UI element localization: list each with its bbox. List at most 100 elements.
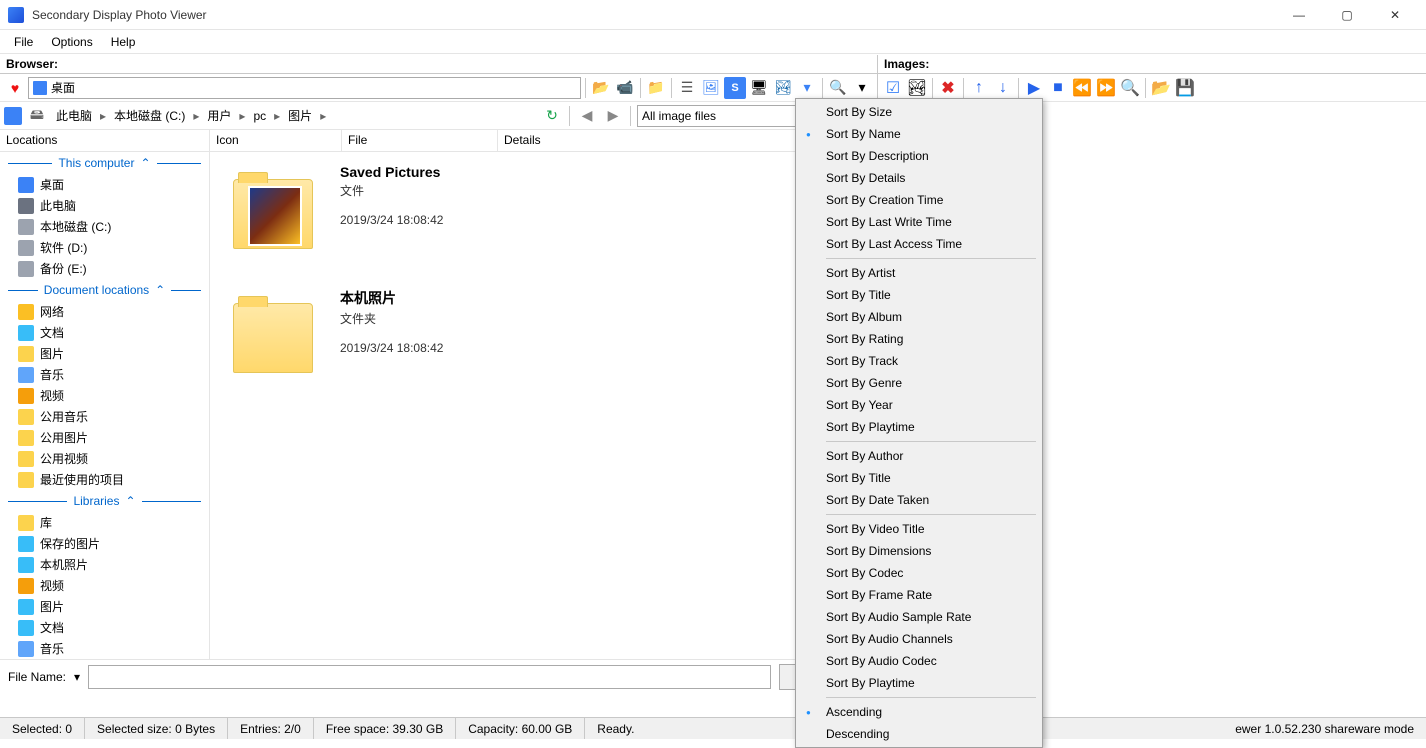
context-menu-item[interactable]: Sort By Description <box>798 145 1040 167</box>
context-menu-item[interactable]: Sort By Audio Sample Rate <box>798 606 1040 628</box>
location-item[interactable]: 图片 <box>0 596 209 617</box>
drive-icon[interactable]: 🖴 <box>26 105 48 127</box>
menu-file[interactable]: File <box>6 33 41 51</box>
breadcrumb-segment[interactable]: 图片 <box>284 105 316 126</box>
context-menu-item[interactable]: Sort By Year <box>798 394 1040 416</box>
context-menu-item[interactable]: Sort By Video Title <box>798 518 1040 540</box>
context-menu-item[interactable]: Sort By Frame Rate <box>798 584 1040 606</box>
context-menu-item[interactable]: Ascending <box>798 701 1040 723</box>
context-menu-item[interactable]: Sort By Dimensions <box>798 540 1040 562</box>
context-menu-item[interactable]: Sort By Details <box>798 167 1040 189</box>
location-item[interactable]: 桌面 <box>0 174 209 195</box>
location-group-header[interactable]: Libraries⌃ <box>0 490 209 512</box>
view-thumb-icon[interactable]: 🖼 <box>700 77 722 99</box>
context-menu-item[interactable]: Sort By Date Taken <box>798 489 1040 511</box>
filename-input[interactable] <box>88 665 771 689</box>
open-folder-icon[interactable]: 📂 <box>1150 77 1172 99</box>
context-menu-item[interactable]: Sort By Artist <box>798 262 1040 284</box>
monitor-icon[interactable] <box>4 107 22 125</box>
file-row[interactable]: Saved Pictures文件2019/3/24 18:08:42 <box>210 152 877 276</box>
context-menu-item[interactable]: Sort By Name <box>798 123 1040 145</box>
location-item[interactable]: 文档 <box>0 322 209 343</box>
location-item[interactable]: 图片 <box>0 343 209 364</box>
col-icon[interactable]: Icon <box>210 130 342 151</box>
refresh-icon[interactable]: ↻ <box>541 105 563 127</box>
play-icon[interactable]: ▶ <box>1023 77 1045 99</box>
col-file[interactable]: File <box>342 130 498 151</box>
location-item[interactable]: 本机照片 <box>0 554 209 575</box>
context-menu-item[interactable]: Sort By Author <box>798 445 1040 467</box>
location-item[interactable]: 音乐 <box>0 364 209 385</box>
menu-help[interactable]: Help <box>103 33 144 51</box>
breadcrumb-segment[interactable]: 本地磁盘 (C:) <box>110 105 189 126</box>
location-item[interactable]: 网络 <box>0 301 209 322</box>
file-row[interactable]: 本机照片文件夹2019/3/24 18:08:42 <box>210 276 877 400</box>
context-menu-item[interactable]: Sort By Audio Channels <box>798 628 1040 650</box>
breadcrumb-segment[interactable]: 用户 <box>203 105 235 126</box>
context-menu-item[interactable]: Sort By Size <box>798 101 1040 123</box>
image-icon[interactable]: 🏞 <box>906 77 928 99</box>
location-item[interactable]: 公用音乐 <box>0 406 209 427</box>
location-item[interactable]: 公用图片 <box>0 427 209 448</box>
col-locations[interactable]: Locations <box>0 130 210 151</box>
folder-open-icon[interactable]: 📂 <box>590 77 612 99</box>
minimize-button[interactable]: — <box>1276 1 1322 29</box>
view-details-icon[interactable]: ☰ <box>676 77 698 99</box>
camera-icon[interactable]: 📹 <box>614 77 636 99</box>
location-item[interactable]: 备份 (E:) <box>0 258 209 279</box>
maximize-button[interactable]: ▢ <box>1324 1 1370 29</box>
location-item[interactable]: 最近使用的项目 <box>0 469 209 490</box>
search-dropdown-icon[interactable]: ▾ <box>851 77 873 99</box>
location-item[interactable]: 库 <box>0 512 209 533</box>
context-menu-item[interactable]: Sort By Title <box>798 284 1040 306</box>
select-all-icon[interactable]: ☑ <box>882 77 904 99</box>
context-menu-item[interactable]: Sort By Album <box>798 306 1040 328</box>
context-menu-item[interactable]: Sort By Last Write Time <box>798 211 1040 233</box>
context-menu-item[interactable]: Descending <box>798 723 1040 745</box>
view-s-icon[interactable]: S <box>724 77 746 99</box>
view-dropdown-icon[interactable]: ▾ <box>796 77 818 99</box>
context-menu-item[interactable]: Sort By Title <box>798 467 1040 489</box>
context-menu-item[interactable]: Sort By Codec <box>798 562 1040 584</box>
breadcrumb[interactable]: 此电脑▸本地磁盘 (C:)▸用户▸pc▸图片▸ <box>52 105 537 126</box>
favorite-icon[interactable]: ♥ <box>4 77 26 99</box>
zoom-icon[interactable]: 🔍 <box>1119 77 1141 99</box>
view-image-icon[interactable]: 🏞 <box>772 77 794 99</box>
save-icon[interactable]: 💾 <box>1174 77 1196 99</box>
forward-icon[interactable]: ▶ <box>602 105 624 127</box>
search-icon[interactable]: 🔍 <box>827 77 849 99</box>
back-icon[interactable]: ◀ <box>576 105 598 127</box>
location-item[interactable]: 文档 <box>0 617 209 638</box>
filename-dropdown-icon[interactable]: ▾ <box>74 670 80 684</box>
context-menu-item[interactable]: Sort By Playtime <box>798 672 1040 694</box>
context-menu-item[interactable]: Sort By Creation Time <box>798 189 1040 211</box>
breadcrumb-segment[interactable]: 此电脑 <box>52 105 96 126</box>
move-up-icon[interactable]: ↑ <box>968 77 990 99</box>
prev-icon[interactable]: ⏪ <box>1071 77 1093 99</box>
location-item[interactable]: 视频 <box>0 385 209 406</box>
close-button[interactable]: ✕ <box>1372 1 1418 29</box>
location-group-header[interactable]: Document locations⌃ <box>0 279 209 301</box>
location-item[interactable]: 软件 (D:) <box>0 237 209 258</box>
context-menu-item[interactable]: Sort By Audio Codec <box>798 650 1040 672</box>
breadcrumb-segment[interactable]: pc <box>249 107 270 125</box>
context-menu-item[interactable]: Sort By Last Access Time <box>798 233 1040 255</box>
next-icon[interactable]: ⏩ <box>1095 77 1117 99</box>
location-item[interactable]: 音乐 <box>0 638 209 659</box>
menu-options[interactable]: Options <box>43 33 100 51</box>
location-group-header[interactable]: This computer⌃ <box>0 152 209 174</box>
context-menu-item[interactable]: Sort By Rating <box>798 328 1040 350</box>
context-menu-item[interactable]: Sort By Track <box>798 350 1040 372</box>
stop-icon[interactable]: ■ <box>1047 77 1069 99</box>
move-down-icon[interactable]: ↓ <box>992 77 1014 99</box>
context-menu-item[interactable]: Sort By Genre <box>798 372 1040 394</box>
path-input[interactable]: 桌面 <box>28 77 581 99</box>
view-monitor-icon[interactable]: 🖥 <box>748 77 770 99</box>
location-item[interactable]: 公用视频 <box>0 448 209 469</box>
location-item[interactable]: 视频 <box>0 575 209 596</box>
explorer-icon[interactable]: 📁 <box>645 77 667 99</box>
delete-icon[interactable]: ✖ <box>937 77 959 99</box>
location-item[interactable]: 保存的图片 <box>0 533 209 554</box>
location-item[interactable]: 本地磁盘 (C:) <box>0 216 209 237</box>
location-item[interactable]: 此电脑 <box>0 195 209 216</box>
